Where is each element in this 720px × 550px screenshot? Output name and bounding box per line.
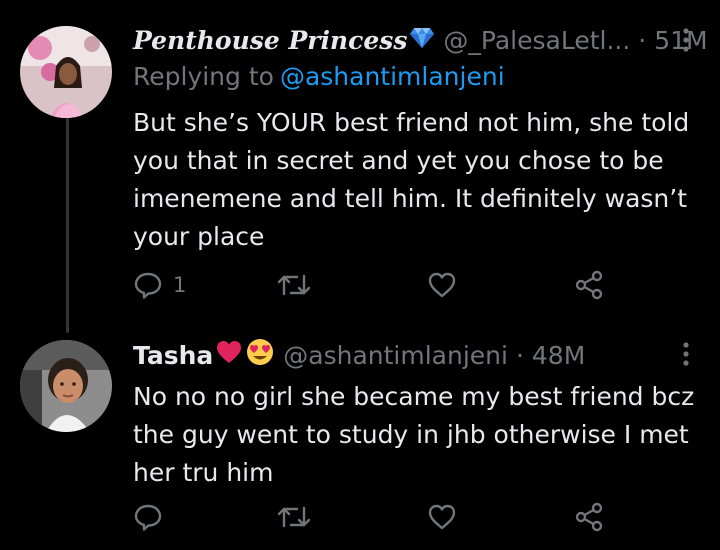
share-icon — [573, 501, 605, 533]
retweet-button[interactable] — [277, 268, 311, 302]
separator-dot: · — [515, 340, 524, 370]
retweet-icon — [277, 502, 311, 532]
replying-to-mention[interactable]: @ashantimlanjeni — [280, 62, 505, 91]
avatar[interactable] — [20, 26, 112, 118]
heart-icon — [427, 270, 457, 300]
timestamp[interactable]: 51M — [654, 26, 707, 55]
tweet-header: Penthouse Princess @_PalesaLetl... · 51M — [133, 22, 708, 58]
avatar[interactable] — [20, 340, 112, 432]
retweet-button[interactable] — [277, 500, 311, 534]
tweet-text: No no no girl she became my best friend … — [133, 382, 695, 487]
display-name[interactable]: Tasha — [133, 341, 213, 370]
timestamp[interactable]: 48M — [532, 341, 585, 370]
share-button[interactable] — [573, 500, 605, 534]
heart-eyes-face-icon — [245, 337, 275, 373]
tweet-text: But she’s YOUR best friend not him, she … — [133, 108, 690, 251]
reply-count: 1 — [173, 273, 187, 297]
tweet-header: Tasha @ashantimlanjeni · 48M — [133, 337, 585, 373]
share-button[interactable] — [573, 268, 605, 302]
display-name[interactable]: Penthouse Princess — [133, 26, 407, 55]
separator-dot: · — [638, 25, 647, 55]
replying-to-label: Replying to — [133, 62, 274, 91]
red-heart-icon — [215, 339, 243, 371]
retweet-icon — [277, 270, 311, 300]
user-handle[interactable]: @_PalesaLetl... — [443, 26, 630, 55]
share-icon — [573, 269, 605, 301]
replying-to: Replying to @ashantimlanjeni — [133, 62, 505, 91]
tweet-actions — [133, 500, 613, 534]
like-button[interactable] — [427, 268, 457, 302]
thread-connector-line — [66, 118, 69, 333]
more-options-icon[interactable] — [682, 28, 690, 52]
reply-button[interactable] — [133, 500, 173, 534]
user-handle[interactable]: @ashantimlanjeni — [283, 341, 508, 370]
tweet-actions: 1 — [133, 268, 613, 302]
reply-button[interactable]: 1 — [133, 268, 186, 302]
reply-icon — [133, 270, 163, 300]
reply-icon — [133, 502, 163, 532]
gem-icon — [409, 26, 435, 55]
like-button[interactable] — [427, 500, 457, 534]
more-options-icon[interactable] — [682, 342, 690, 366]
heart-icon — [427, 502, 457, 532]
